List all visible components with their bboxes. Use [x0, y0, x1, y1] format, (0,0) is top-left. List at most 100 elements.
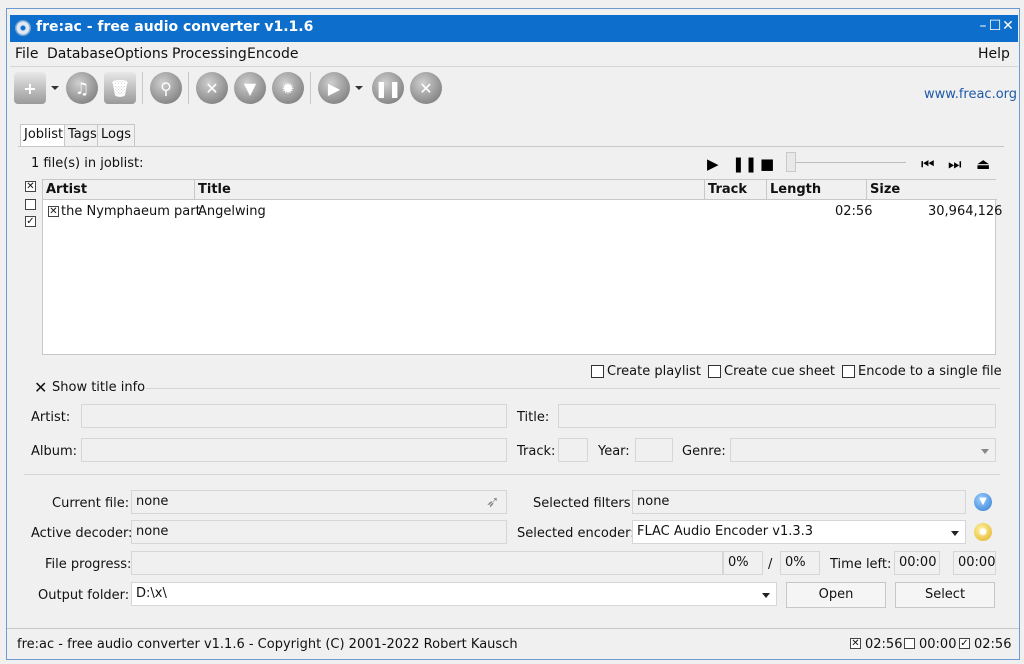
column-track[interactable]: Track — [705, 180, 767, 200]
encode-single-file-checkbox[interactable] — [842, 365, 855, 378]
select-button[interactable]: Select — [895, 582, 995, 608]
time-left-file: 00:00 — [894, 551, 940, 575]
show-title-info-label[interactable]: Show title info — [52, 380, 145, 395]
title-bar: fre:ac - free audio converter v1.1.6 – ☐… — [10, 15, 1018, 42]
create-playlist-label: Create playlist — [607, 364, 701, 379]
column-artist[interactable]: Artist — [43, 180, 195, 200]
maximize-icon[interactable]: ☐ — [988, 18, 1002, 36]
file-progress-label: File progress: — [45, 557, 132, 572]
genre-label: Genre: — [682, 444, 726, 459]
track-field[interactable] — [558, 438, 588, 462]
select-none-checkbox[interactable] — [25, 199, 36, 210]
pick-current-file-icon[interactable]: ➶ — [486, 492, 499, 511]
create-cue-sheet-checkbox[interactable] — [708, 365, 721, 378]
menu-options[interactable]: Options — [114, 46, 168, 62]
row-size: 30,964,126 — [928, 204, 1003, 219]
selected-filters-field: none — [632, 490, 966, 514]
row-artist: the Nymphaeum part — [61, 204, 201, 219]
close-icon[interactable]: ✕ — [1001, 18, 1015, 36]
row-length: 02:56 — [835, 204, 873, 219]
previous-track-icon[interactable]: ⏮ — [921, 155, 935, 173]
seek-slider-track[interactable] — [796, 162, 906, 163]
show-title-info-toggle-icon[interactable]: ✕ — [34, 378, 47, 397]
statusbar-selected-time: 02:56 — [865, 637, 903, 652]
pause-icon[interactable]: ❚❚ — [732, 155, 757, 173]
joblist-count: 1 file(s) in joblist: — [31, 156, 144, 171]
statusbar-text: fre:ac - free audio converter v1.1.6 - C… — [17, 637, 518, 652]
menu-processing[interactable]: Processing — [172, 46, 247, 62]
add-dropdown-icon[interactable] — [51, 86, 59, 90]
stop-icon[interactable]: ■ — [760, 155, 774, 173]
selected-encoder-label: Selected encoder: — [517, 526, 635, 541]
tab-tags[interactable]: Tags — [64, 124, 101, 146]
progress-separator: / — [768, 557, 773, 572]
settings-tools-icon[interactable]: ✕ — [196, 72, 228, 104]
encoder-dropdown-icon[interactable] — [951, 531, 959, 536]
next-track-icon[interactable]: ⏭ — [948, 155, 962, 173]
create-playlist-checkbox[interactable] — [591, 365, 604, 378]
output-folder-label: Output folder: — [38, 588, 130, 603]
add-files-icon[interactable]: + — [14, 72, 46, 104]
active-decoder-label: Active decoder: — [31, 526, 133, 541]
genre-select[interactable] — [730, 438, 996, 462]
encoder-config-icon[interactable]: ✹ — [974, 523, 992, 541]
output-folder-dropdown-icon[interactable] — [762, 593, 770, 598]
track-label: Track: — [517, 444, 556, 459]
row-title: Angelwing — [198, 204, 266, 219]
filter-icon[interactable]: ▼ — [234, 72, 266, 104]
title-label: Title: — [517, 410, 550, 425]
website-link[interactable]: www.freac.org — [924, 87, 1017, 102]
encode-single-file-label: Encode to a single file — [858, 364, 1002, 379]
remove-files-icon[interactable]: 🗑 — [104, 72, 136, 104]
menu-database[interactable]: Database — [47, 46, 114, 62]
output-folder-select[interactable]: D:\x\ — [131, 582, 777, 606]
gear-icon[interactable]: ✹ — [272, 72, 304, 104]
time-left-label: Time left: — [830, 557, 892, 572]
selected-filters-label: Selected filters: — [533, 496, 635, 511]
selected-encoder-select[interactable]: FLAC Audio Encoder v1.3.3 — [632, 520, 966, 544]
column-title[interactable]: Title — [195, 180, 705, 200]
select-all-checkbox[interactable]: ✕ — [25, 181, 36, 192]
pause-encoding-icon[interactable]: ❚❚ — [372, 72, 404, 104]
year-field[interactable] — [635, 438, 673, 462]
statusbar-total-icon: ✓ — [959, 638, 970, 649]
album-field[interactable] — [81, 438, 507, 462]
artist-field[interactable] — [81, 404, 507, 428]
file-progress-bar — [131, 551, 723, 575]
encode-dropdown-icon[interactable] — [355, 86, 363, 90]
stop-encoding-icon[interactable]: ✕ — [410, 72, 442, 104]
tab-logs[interactable]: Logs — [97, 124, 135, 146]
current-file-label: Current file: — [52, 496, 130, 511]
joblist-table[interactable]: Artist Title Track Length Size ✕ the Nym… — [42, 179, 1002, 355]
tab-joblist[interactable]: Joblist — [20, 124, 68, 146]
statusbar-total-time: 02:56 — [974, 637, 1012, 652]
genre-dropdown-icon[interactable] — [981, 449, 989, 454]
open-button[interactable]: Open — [786, 582, 886, 608]
total-progress-percent: 0% — [780, 551, 820, 575]
file-progress-percent: 0% — [723, 551, 763, 575]
start-encoding-icon[interactable]: ▶ — [318, 72, 350, 104]
app-icon — [15, 20, 31, 36]
toggle-selection-checkbox[interactable]: ✓ — [25, 216, 36, 227]
cddb-query-icon[interactable]: ♫ — [66, 72, 98, 104]
column-size[interactable]: Size — [867, 180, 997, 200]
artist-label: Artist: — [31, 410, 71, 425]
filter-config-icon[interactable]: ▼ — [974, 493, 992, 511]
statusbar-selected-icon: ✕ — [850, 638, 861, 649]
title-field[interactable] — [558, 404, 996, 428]
create-cue-sheet-label: Create cue sheet — [724, 364, 835, 379]
seek-slider-handle[interactable] — [786, 152, 796, 172]
row-checkbox[interactable]: ✕ — [48, 206, 59, 217]
play-icon[interactable]: ▶ — [707, 155, 719, 173]
menu-file[interactable]: File — [15, 46, 38, 62]
active-decoder-field: none — [131, 520, 507, 544]
menu-help[interactable]: Help — [978, 46, 1010, 62]
statusbar-unselected-icon — [904, 638, 915, 649]
cddb-search-icon[interactable]: ⚲ — [150, 72, 182, 104]
time-left-total: 00:00 — [953, 551, 996, 575]
window-title: fre:ac - free audio converter v1.1.6 — [36, 19, 314, 35]
eject-icon[interactable]: ⏏ — [976, 155, 990, 173]
menu-encode[interactable]: Encode — [247, 46, 298, 62]
column-length[interactable]: Length — [767, 180, 867, 200]
current-file-field: none — [131, 490, 507, 514]
